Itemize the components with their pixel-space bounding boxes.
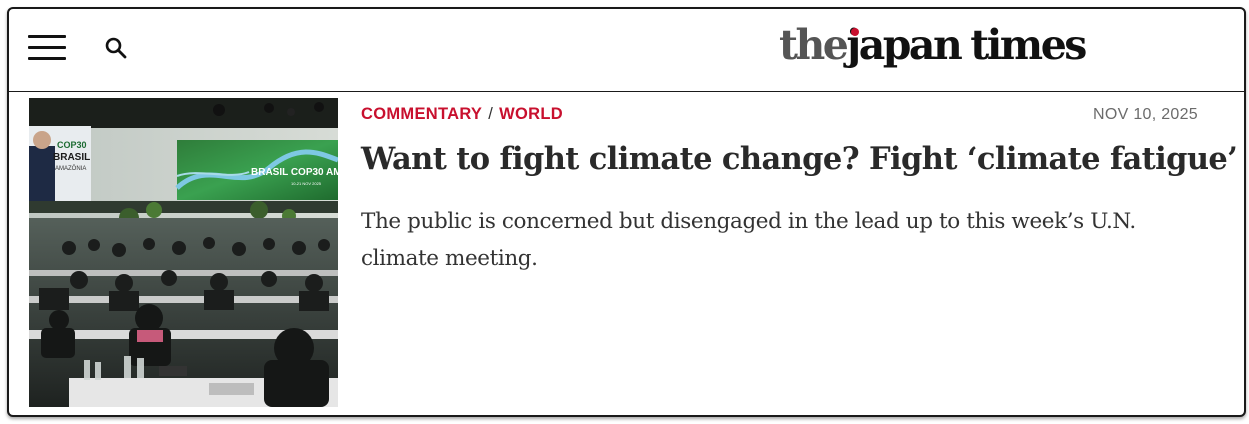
svg-text:10-21 NOV 2025: 10-21 NOV 2025 [291,181,322,186]
svg-text:AMAZÔNIA: AMAZÔNIA [55,165,86,172]
logo-red-dot [850,28,859,36]
search-icon[interactable] [104,36,128,60]
article-summary: The public is concerned but disengaged i… [361,209,1136,271]
conference-photo: COP30 BRASIL AMAZÔNIA BRASIL COP30 AM 10… [29,98,338,407]
article-card-frame: thej apan times COP30 BRASIL AMAZÔNIA BR… [7,7,1246,417]
article-thumbnail[interactable]: COP30 BRASIL AMAZÔNIA BRASIL COP30 AM 10… [29,98,338,407]
article-headline[interactable]: Want to fight climate change? Fight ‘cli… [361,139,1238,179]
article-kicker: COMMENTARY / WORLD [361,105,563,124]
site-logo[interactable]: thej apan times [779,21,1087,69]
section-link[interactable]: COMMENTARY [361,105,482,123]
subsection-link[interactable]: WORLD [499,105,563,123]
hamburger-menu-icon[interactable] [28,35,66,61]
svg-text:COP30: COP30 [57,140,87,150]
svg-text:BRASIL: BRASIL [53,152,90,163]
site-header: thej apan times [9,9,1244,92]
svg-text:BRASIL COP30 AM: BRASIL COP30 AM [251,167,338,178]
kicker-separator: / [488,105,494,123]
publish-date: NOV 10, 2025 [1093,106,1198,123]
